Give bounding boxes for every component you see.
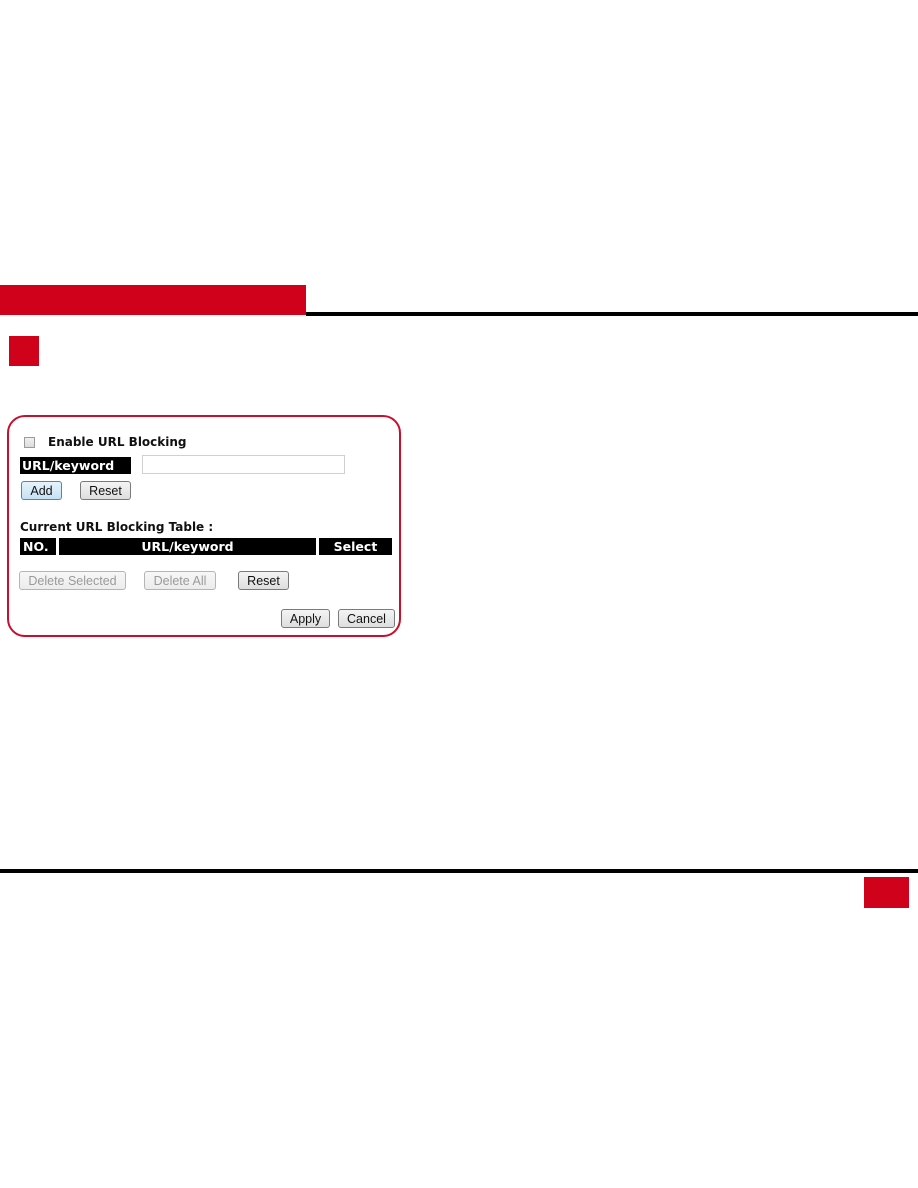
apply-button[interactable]: Apply: [281, 609, 330, 628]
reset-button[interactable]: Reset: [80, 481, 131, 500]
column-header-select: Select: [319, 538, 392, 555]
footer-rule: [0, 869, 918, 873]
table-title: Current URL Blocking Table :: [20, 520, 214, 534]
header-rule: [306, 312, 918, 316]
table-reset-button[interactable]: Reset: [238, 571, 289, 590]
enable-url-blocking-label: Enable URL Blocking: [48, 435, 187, 449]
chapter-header-bar: [0, 285, 306, 315]
delete-selected-button[interactable]: Delete Selected: [19, 571, 126, 590]
enable-url-blocking-row: Enable URL Blocking: [24, 435, 187, 449]
url-keyword-label: URL/keyword: [20, 457, 131, 474]
url-keyword-input[interactable]: [142, 455, 345, 474]
url-blocking-panel: Enable URL Blocking URL/keyword Add Rese…: [7, 415, 401, 637]
add-button[interactable]: Add: [21, 481, 62, 500]
column-header-no: NO.: [20, 538, 56, 555]
section-marker: [9, 336, 39, 366]
page-number-marker: [864, 877, 909, 908]
column-header-url-keyword: URL/keyword: [59, 538, 316, 555]
enable-url-blocking-checkbox[interactable]: [24, 436, 35, 448]
cancel-button[interactable]: Cancel: [338, 609, 395, 628]
delete-all-button[interactable]: Delete All: [144, 571, 216, 590]
table-header-row: NO. URL/keyword Select: [20, 538, 392, 555]
